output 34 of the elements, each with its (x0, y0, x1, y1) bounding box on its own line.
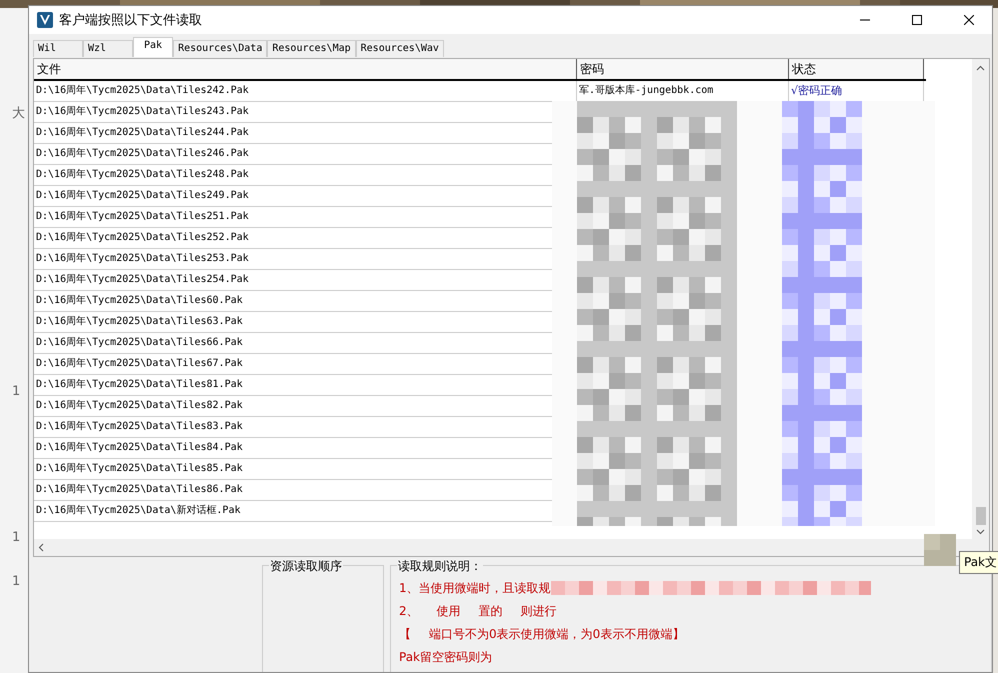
app-logo-icon (37, 12, 53, 28)
window-title: 客户端按照以下文件读取 (59, 12, 203, 29)
rule-text: 置的 (478, 603, 503, 620)
tab[interactable]: Resources\Map (267, 40, 356, 57)
tab[interactable]: Pak (133, 37, 174, 57)
tab[interactable]: Wil (33, 40, 83, 57)
column-header[interactable]: 文件 (34, 59, 577, 79)
scrollbar-thumb[interactable] (976, 507, 986, 525)
rule-text: 2、 (399, 603, 419, 620)
column-header[interactable]: 状态 (789, 59, 924, 79)
rule-text: 【 (399, 626, 411, 643)
rule-text: 端口号不为0表示使用微端，为0表示不用微端】 (429, 626, 684, 643)
background-text: 1 (12, 530, 20, 545)
tab[interactable]: Resources\Wav (356, 40, 444, 57)
tab[interactable]: Resources\Data (173, 40, 268, 57)
background-text: 大 (12, 105, 25, 122)
group-title: 资源读取顺序 (269, 558, 343, 575)
rule-text: 使用 (436, 603, 461, 620)
background-text: 1 (12, 384, 20, 399)
close-icon (964, 15, 974, 25)
vertical-scrollbar[interactable] (972, 59, 989, 539)
rule-text: 则进行 (520, 603, 557, 620)
scroll-down-icon[interactable] (976, 529, 985, 535)
scroll-left-icon[interactable] (38, 543, 44, 552)
redaction-mosaic (924, 534, 956, 566)
scroll-up-icon[interactable] (976, 65, 985, 71)
tab[interactable]: Wzl (83, 40, 133, 57)
maximize-icon (912, 15, 922, 25)
rule-text: Pak留空密码则为 (399, 649, 492, 666)
rule-text: 1、当使用微端时，且读取规 (399, 580, 551, 597)
background-text: 1 (12, 574, 20, 589)
group-title: 读取规则说明： (397, 558, 483, 575)
tooltip: Pak文 (959, 551, 998, 574)
column-header[interactable]: 密码 (577, 59, 789, 79)
